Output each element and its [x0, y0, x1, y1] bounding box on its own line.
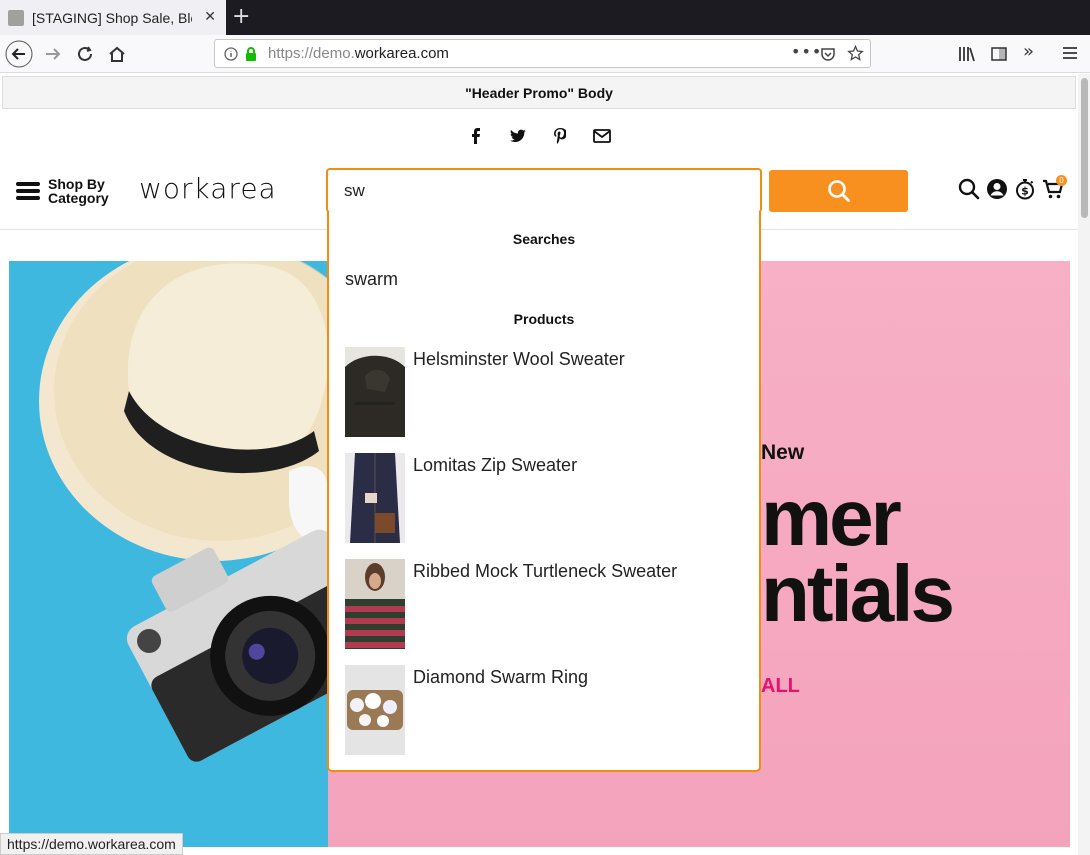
hamburger-icon [16, 182, 40, 200]
shop-by-line1: Shop By [48, 176, 105, 192]
search-toggle-icon[interactable] [958, 178, 980, 200]
product-name: Lomitas Zip Sweater [413, 455, 578, 475]
close-tab-icon[interactable]: ✕ [204, 9, 216, 25]
cart-count-badge: 0 [1056, 175, 1067, 186]
account-icon[interactable] [986, 178, 1008, 200]
hero-image-left [9, 261, 328, 847]
search-input[interactable] [326, 168, 762, 213]
product-suggestion[interactable]: Lomitas Zip Sweater [345, 453, 745, 543]
shop-by-line2: Category [48, 190, 109, 206]
browser-tab-bar: [STAGING] Shop Sale, Blo ✕ + [0, 0, 1090, 35]
back-arrow-icon [5, 40, 33, 68]
status-bar-url: https://demo.workarea.com [0, 833, 183, 855]
svg-text:$: $ [1021, 185, 1029, 198]
tab-title: [STAGING] Shop Sale, Blo [32, 9, 192, 26]
price-stopwatch-icon[interactable]: $ [1014, 178, 1036, 200]
library-icon[interactable] [958, 45, 976, 63]
header-promo: "Header Promo" Body [2, 76, 1076, 109]
url-text: https://demo.workarea.com [268, 45, 449, 62]
info-icon[interactable] [224, 47, 238, 61]
product-suggestion[interactable]: Helsminster Wool Sweater [345, 347, 745, 437]
hero-headline-line2: ntials [761, 549, 955, 638]
product-name: Diamond Swarm Ring [413, 667, 589, 687]
products-heading: Products [513, 311, 575, 327]
reload-button[interactable] [70, 39, 100, 69]
new-tab-icon[interactable]: + [232, 4, 250, 29]
favicon-icon [8, 9, 24, 26]
lock-icon[interactable] [244, 46, 258, 62]
shop-by-category-button[interactable]: Shop By Category [16, 177, 114, 205]
shop-by-label: Shop By Category [48, 177, 114, 205]
menu-icon[interactable] [1062, 46, 1078, 60]
twitter-icon[interactable] [508, 126, 528, 146]
url-host: workarea.com [354, 45, 449, 62]
forward-arrow-icon [46, 48, 61, 60]
product-thumbnail [345, 453, 405, 543]
browser-nav-bar: https://demo.workarea.com ••• » [0, 35, 1090, 73]
product-thumbnail [345, 665, 405, 755]
scrollbar-thumb[interactable] [1081, 78, 1088, 218]
social-links [466, 126, 612, 146]
hat-and-camera-illustration [39, 261, 328, 762]
hero-eyebrow: New [761, 441, 805, 464]
hero-headline-line1: mer [761, 473, 902, 562]
url-bar[interactable]: https://demo.workarea.com ••• [214, 39, 871, 68]
header-icons: $ 0 [958, 175, 1067, 200]
browser-tab[interactable]: [STAGING] Shop Sale, Blo ✕ [0, 0, 226, 35]
bookmark-star-icon[interactable] [847, 45, 864, 62]
search-suggestion[interactable]: swarm [345, 269, 398, 290]
product-thumbnail [345, 347, 405, 437]
searches-heading: Searches [512, 231, 576, 247]
reload-icon [78, 46, 92, 61]
product-name: Helsminster Wool Sweater [413, 349, 625, 369]
cart-icon[interactable]: 0 [1042, 175, 1067, 200]
email-icon[interactable] [592, 126, 612, 146]
search-icon [827, 180, 850, 202]
page-actions-icon[interactable]: ••• [791, 42, 822, 61]
url-scheme: https://demo. [268, 45, 355, 62]
site-logo[interactable]: workarea [139, 172, 277, 205]
facebook-icon[interactable] [466, 126, 486, 146]
back-button[interactable] [4, 39, 34, 69]
product-suggestion[interactable]: Ribbed Mock Turtleneck Sweater [345, 559, 745, 649]
sidebar-icon[interactable] [990, 45, 1008, 63]
search-button[interactable] [769, 170, 908, 212]
home-icon [109, 46, 125, 62]
hero-shop-all-link[interactable]: ALL [761, 675, 800, 698]
pocket-icon[interactable] [820, 46, 836, 62]
overflow-chevron-icon[interactable]: » [1023, 41, 1034, 62]
product-thumbnail [345, 559, 405, 649]
pinterest-icon[interactable] [550, 126, 570, 146]
forward-button[interactable] [38, 39, 68, 69]
search-autocomplete: Searches swarm Products Helsminster Wool… [327, 211, 761, 772]
product-name: Ribbed Mock Turtleneck Sweater [413, 561, 678, 581]
home-button[interactable] [102, 39, 132, 69]
product-suggestion[interactable]: Diamond Swarm Ring [345, 665, 745, 755]
